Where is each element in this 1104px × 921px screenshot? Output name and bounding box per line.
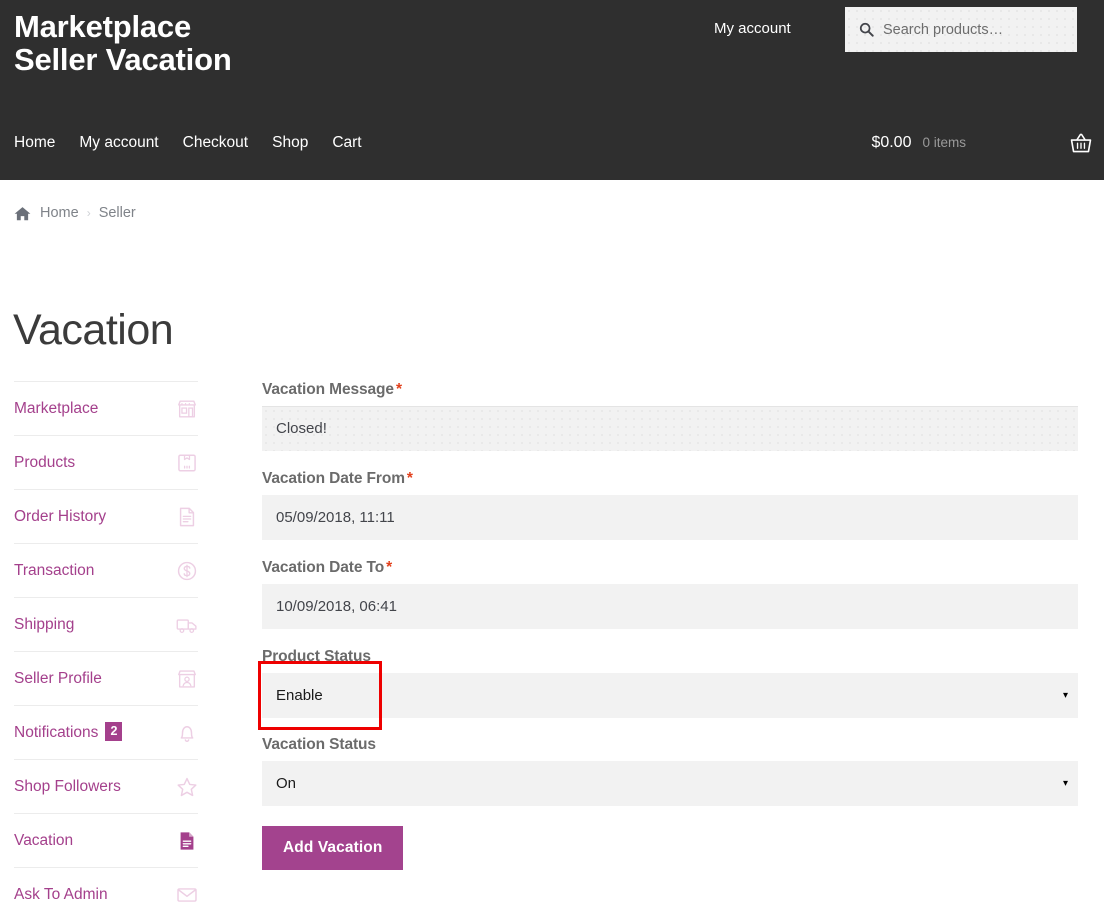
envelope-icon (176, 884, 198, 906)
search-box[interactable] (845, 7, 1077, 52)
storefront-icon (176, 398, 198, 420)
my-account-link[interactable]: My account (714, 20, 791, 37)
cart-summary[interactable]: $0.00 0 items (871, 105, 1092, 180)
required-marker: * (407, 470, 413, 487)
nav-item-shop[interactable]: Shop (272, 134, 332, 152)
nav-link-cart[interactable]: Cart (332, 134, 385, 152)
search-input[interactable] (883, 22, 1063, 38)
sidebar-item-marketplace[interactable]: Marketplace (14, 381, 198, 435)
field-vacation-date-to: Vacation Date To* (262, 559, 1078, 629)
product-status-select-wrap[interactable]: Enable ▾ (262, 673, 1078, 718)
shop-profile-icon (176, 668, 198, 690)
vacation-status-select[interactable]: On (262, 761, 1078, 806)
header-top-row: Marketplace Seller Vacation My account (0, 0, 1104, 105)
dollar-coin-icon (176, 560, 198, 582)
vacation-status-select-wrap[interactable]: On ▾ (262, 761, 1078, 806)
sidebar-label-vacation: Vacation (14, 832, 73, 850)
sidebar-label-ask-to-admin: Ask To Admin (14, 886, 108, 904)
label-text-vacation-date-to: Vacation Date To (262, 559, 384, 576)
field-product-status: Product Status Enable ▾ (262, 648, 1078, 718)
sidebar-item-notifications[interactable]: Notifications 2 (14, 705, 198, 759)
field-vacation-date-from: Vacation Date From* (262, 470, 1078, 540)
label-vacation-date-from: Vacation Date From* (262, 470, 1078, 488)
sidebar-item-order-history[interactable]: Order History (14, 489, 198, 543)
main-navigation: Home My account Checkout Shop Cart $0.00… (0, 105, 1104, 180)
sidebar-item-vacation[interactable]: Vacation (14, 813, 198, 867)
document-filled-icon (176, 830, 198, 852)
label-text-vacation-message: Vacation Message (262, 381, 394, 398)
add-vacation-button[interactable]: Add Vacation (262, 826, 403, 870)
sidebar-item-products[interactable]: Products (14, 435, 198, 489)
notifications-badge: 2 (105, 722, 122, 741)
cart-amount: $0.00 (871, 134, 911, 152)
sidebar-item-shop-followers[interactable]: Shop Followers (14, 759, 198, 813)
nav-item-cart[interactable]: Cart (332, 134, 385, 152)
nav-list: Home My account Checkout Shop Cart (14, 105, 386, 180)
sidebar-item-seller-profile[interactable]: Seller Profile (14, 651, 198, 705)
sidebar-item-shipping[interactable]: Shipping (14, 597, 198, 651)
nav-link-checkout[interactable]: Checkout (183, 134, 272, 152)
bell-icon (176, 722, 198, 744)
vacation-date-to-input[interactable] (262, 584, 1078, 629)
sidebar-label-transaction: Transaction (14, 562, 94, 580)
site-header: Marketplace Seller Vacation My account H… (0, 0, 1104, 180)
breadcrumb-home-link[interactable]: Home (40, 205, 79, 221)
required-marker: * (386, 559, 392, 576)
nav-item-checkout[interactable]: Checkout (183, 134, 272, 152)
required-marker: * (396, 381, 402, 398)
field-vacation-message: Vacation Message* Closed! (262, 381, 1078, 451)
site-title-line-2: Seller Vacation (14, 43, 534, 76)
nav-item-my-account[interactable]: My account (79, 134, 182, 152)
nav-link-shop[interactable]: Shop (272, 134, 332, 152)
label-vacation-message: Vacation Message* (262, 381, 1078, 399)
truck-icon (176, 614, 198, 636)
label-vacation-date-to: Vacation Date To* (262, 559, 1078, 577)
page-title: Vacation (13, 305, 173, 355)
label-vacation-status: Vacation Status (262, 736, 1078, 754)
sidebar-label-shipping: Shipping (14, 616, 74, 634)
sidebar-item-transaction[interactable]: Transaction (14, 543, 198, 597)
sidebar-item-ask-to-admin[interactable]: Ask To Admin (14, 867, 198, 921)
star-icon (176, 776, 198, 798)
sidebar-label-seller-profile: Seller Profile (14, 670, 102, 688)
vacation-date-from-input[interactable] (262, 495, 1078, 540)
breadcrumb-separator: › (87, 206, 91, 220)
vacation-message-input[interactable]: Closed! (262, 406, 1078, 451)
breadcrumb: Home › Seller (14, 205, 136, 221)
cart-item-count: 0 items (922, 135, 966, 150)
breadcrumb-current: Seller (99, 205, 136, 221)
sidebar-label-shop-followers: Shop Followers (14, 778, 121, 796)
vacation-form: Vacation Message* Closed! Vacation Date … (262, 381, 1078, 870)
product-status-select[interactable]: Enable (262, 673, 1078, 718)
sidebar-label-marketplace: Marketplace (14, 400, 98, 418)
document-icon (176, 506, 198, 528)
home-icon (14, 206, 31, 221)
search-icon (859, 22, 874, 37)
sidebar-label-products: Products (14, 454, 75, 472)
nav-item-home[interactable]: Home (14, 134, 79, 152)
label-text-vacation-date-from: Vacation Date From (262, 470, 405, 487)
site-title: Marketplace Seller Vacation (14, 10, 534, 76)
label-product-status: Product Status (262, 648, 1078, 666)
sidebar-label-notifications: Notifications (14, 724, 98, 742)
shopping-basket-icon (1070, 133, 1092, 153)
nav-link-home[interactable]: Home (14, 134, 79, 152)
sidebar-label-order-history: Order History (14, 508, 106, 526)
seller-dashboard-sidebar: Marketplace Products Order History Trans… (14, 381, 198, 921)
site-title-line-1: Marketplace (14, 10, 534, 43)
box-icon (176, 452, 198, 474)
field-vacation-status: Vacation Status On ▾ (262, 736, 1078, 806)
nav-link-my-account[interactable]: My account (79, 134, 182, 152)
